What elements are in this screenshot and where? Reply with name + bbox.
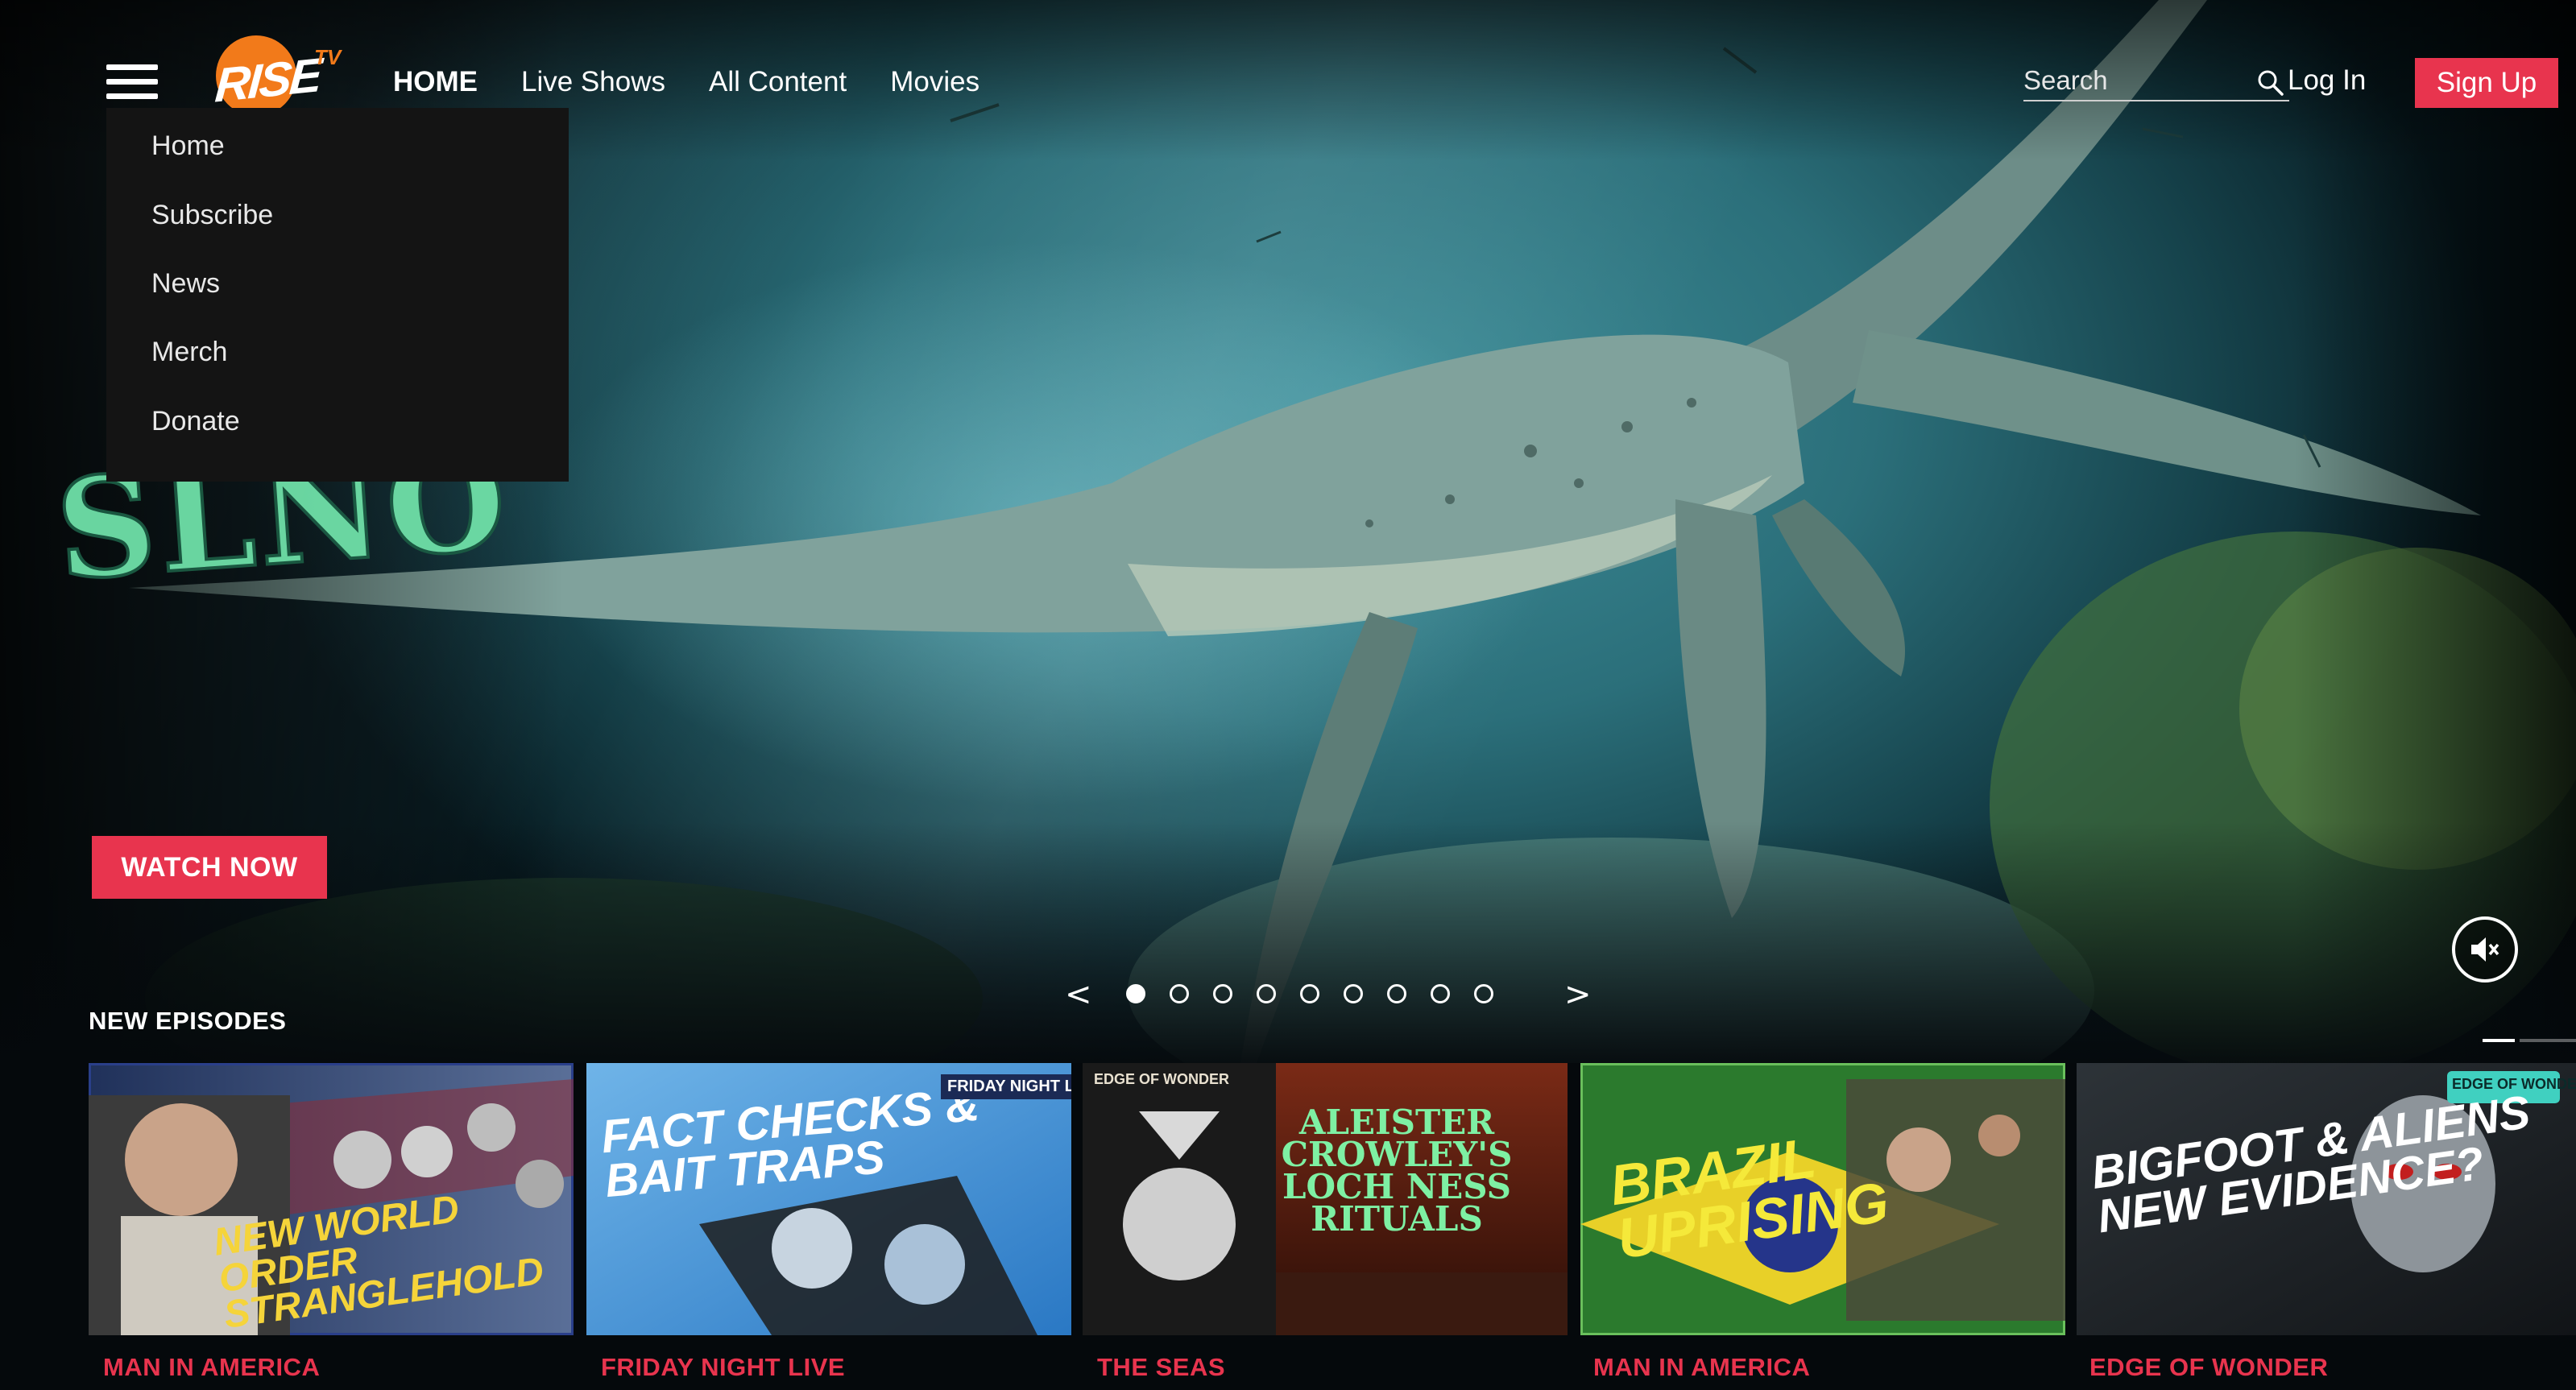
nav-home[interactable]: HOME [393,66,478,98]
hero-vignette-bottom [0,821,2576,1063]
episode-card[interactable]: BIGFOOT & ALIENS NEW EVIDENCE? EDGE OF W… [2077,1063,2576,1335]
nav-all-content[interactable]: All Content [709,66,847,98]
episode-show-link[interactable]: MAN IN AMERICA [1593,1353,1810,1382]
menu-item-home[interactable]: Home [151,130,225,162]
episode-show-link[interactable]: FRIDAY NIGHT LIVE [601,1353,845,1382]
episode-show-link[interactable]: MAN IN AMERICA [103,1353,320,1382]
carousel-dot[interactable] [1474,984,1493,1003]
hamburger-icon[interactable] [106,64,158,100]
episode-card[interactable]: ALEISTER CROWLEY'S LOCH NESS RITUALS EDG… [1083,1063,1568,1335]
new-episodes-title: NEW EPISODES [89,1007,287,1035]
menu-item-merch[interactable]: Merch [151,337,227,368]
watch-now-button[interactable]: WATCH NOW [92,836,327,899]
carousel-dot[interactable] [1387,984,1406,1003]
nav-movies[interactable]: Movies [890,66,979,98]
mute-button[interactable] [2452,916,2518,983]
show-badge: EDGE OF WONDER [2452,1076,2576,1092]
episode-card[interactable]: BRAZIL UPRISING [1580,1063,2065,1335]
show-badge: FRIDAY NIGHT LIVE [941,1074,1071,1099]
signup-button[interactable]: Sign Up [2415,58,2558,108]
row-scroll-indicator [2483,1039,2576,1042]
episode-card[interactable]: FACT CHECKS & BAIT TRAPS FRIDAY NIGHT LI… [586,1063,1071,1335]
search-icon[interactable] [2255,68,2284,97]
carousel-dot[interactable] [1257,984,1276,1003]
nav-live-shows[interactable]: Live Shows [521,66,665,98]
carousel-dot[interactable] [1213,984,1232,1003]
search-bar [2023,63,2289,101]
carousel-dot[interactable] [1170,984,1189,1003]
menu-item-donate[interactable]: Donate [151,406,240,437]
hamburger-menu: Home Subscribe News Merch Donate [106,108,569,482]
carousel-dot[interactable] [1344,984,1363,1003]
episode-headline: ALEISTER CROWLEY'S LOCH NESS RITUALS [1281,1102,1513,1239]
show-badge: EDGE OF WONDER [1094,1071,1230,1087]
episode-card[interactable]: NEW WORLD ORDER STRANGLEHOLD [89,1063,574,1335]
carousel-dot[interactable] [1431,984,1450,1003]
logo-text: RISE [213,48,322,113]
carousel-dot[interactable] [1300,984,1319,1003]
carousel-prev-arrow[interactable]: < [1065,976,1092,1013]
rise-tv-logo[interactable]: RISE TV [211,31,342,116]
login-link[interactable]: Log In [2288,64,2366,97]
episode-show-link[interactable]: EDGE OF WONDER [2089,1353,2328,1382]
episode-show-link[interactable]: THE SEAS [1097,1353,1225,1382]
carousel-dots [1126,984,1493,1003]
menu-item-subscribe[interactable]: Subscribe [151,200,273,231]
search-input[interactable] [2023,63,2225,98]
carousel-next-arrow[interactable]: > [1564,976,1592,1013]
main-nav: HOME Live Shows All Content Movies [393,66,979,98]
logo-superscript: TV [314,45,342,69]
menu-item-news[interactable]: News [151,268,220,300]
mute-icon [2471,937,2499,962]
carousel-dot[interactable] [1126,984,1145,1003]
